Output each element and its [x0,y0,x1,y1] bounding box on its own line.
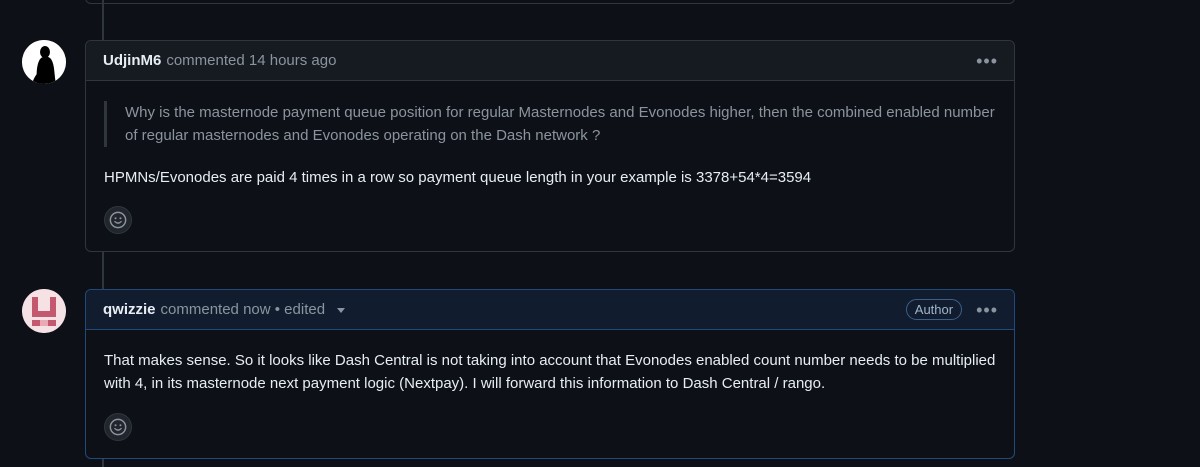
kebab-horizontal-icon[interactable]: ••• [976,52,998,70]
edited-dropdown[interactable]: • edited [274,301,346,318]
comment-udjinm6: UdjinM6 commented 14 hours ago ••• Why i… [85,40,1015,252]
timeline-line-bottom [102,458,104,467]
add-reaction-button[interactable] [104,206,132,234]
comment-author[interactable]: qwizzie [103,301,156,318]
comment-text: HPMNs/Evonodes are paid 4 times in a row… [104,169,812,186]
previous-comment-box [85,0,1015,4]
avatar-qwizzie[interactable] [22,289,66,333]
add-reaction-button[interactable] [104,413,132,441]
kebab-horizontal-icon[interactable]: ••• [976,301,998,319]
comment-header: qwizzie commented now • edited Author ••… [86,290,1014,330]
comment-action: commented [160,301,239,318]
comment-timestamp[interactable]: now [243,301,271,318]
comment-body: That makes sense. So it looks like Dash … [86,349,1014,395]
smiley-icon [109,418,127,436]
timeline-line-top [102,0,104,40]
timeline-line-middle [102,251,104,289]
chevron-down-icon [337,307,346,313]
comment-quote: Why is the masternode payment queue posi… [104,101,996,147]
comment-qwizzie: qwizzie commented now • edited Author ••… [85,289,1015,459]
comment-author[interactable]: UdjinM6 [103,52,161,69]
comment-header: UdjinM6 commented 14 hours ago ••• [86,41,1014,81]
comment-text: That makes sense. So it looks like Dash … [104,352,996,392]
author-badge: Author [905,299,963,320]
comment-body: Why is the masternode payment queue posi… [86,101,1014,189]
avatar-udjinm6[interactable] [22,40,66,84]
edited-label: • edited [274,301,326,318]
comment-action: commented [166,52,245,69]
comment-timestamp[interactable]: 14 hours ago [249,52,337,69]
smiley-icon [109,211,127,229]
